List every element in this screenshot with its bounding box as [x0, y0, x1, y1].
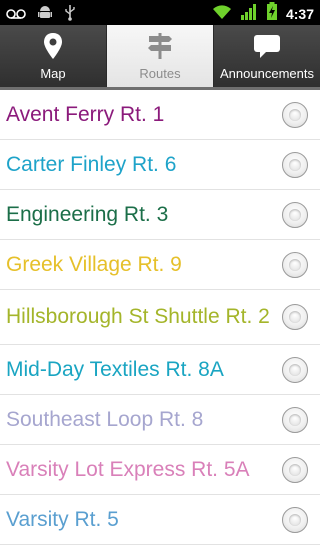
tab-bar: Map Routes Announcements [0, 25, 320, 87]
speech-bubble-icon [252, 31, 282, 61]
voicemail-icon [6, 5, 26, 24]
battery-icon [266, 2, 278, 25]
tab-announcements[interactable]: Announcements [213, 25, 320, 87]
route-label: Carter Finley Rt. 6 [6, 152, 177, 176]
route-radio-button[interactable] [282, 251, 308, 278]
signpost-icon [145, 31, 175, 61]
tab-routes[interactable]: Routes [106, 25, 213, 87]
route-item-carter-finley[interactable]: Carter Finley Rt. 6 [0, 140, 320, 190]
route-radio-button[interactable] [282, 151, 308, 178]
route-radio-button[interactable] [282, 456, 308, 483]
route-item-varsity-lot-express[interactable]: Varsity Lot Express Rt. 5A [0, 445, 320, 495]
usb-icon [64, 4, 76, 25]
route-item-engineering[interactable]: Engineering Rt. 3 [0, 190, 320, 240]
route-label: Southeast Loop Rt. 8 [6, 407, 204, 431]
route-item-greek-village[interactable]: Greek Village Rt. 9 [0, 240, 320, 290]
tab-routes-label: Routes [139, 66, 181, 81]
wifi-icon [212, 4, 232, 24]
route-label: Avent Ferry Rt. 1 [6, 102, 165, 126]
route-radio-button[interactable] [282, 406, 308, 433]
tab-map-label: Map [40, 66, 66, 81]
route-label: Mid-Day Textiles Rt. 8A [6, 357, 224, 381]
map-pin-icon [38, 31, 68, 61]
route-label: Greek Village Rt. 9 [6, 252, 182, 276]
route-label: Hillsborough St Shuttle Rt. 2 [6, 305, 270, 328]
status-bar: 4:37 [0, 0, 320, 25]
tab-map[interactable]: Map [0, 25, 106, 87]
route-label: Varsity Rt. 5 [6, 507, 119, 531]
route-item-varsity[interactable]: Varsity Rt. 5 [0, 495, 320, 545]
route-radio-button[interactable] [282, 101, 308, 128]
clock: 4:37 [285, 5, 314, 22]
route-radio-button[interactable] [282, 201, 308, 228]
route-radio-button[interactable] [282, 506, 308, 533]
route-item-southeast-loop[interactable]: Southeast Loop Rt. 8 [0, 395, 320, 445]
route-item-mid-day-textiles[interactable]: Mid-Day Textiles Rt. 8A [0, 345, 320, 395]
tab-announcements-label: Announcements [220, 66, 314, 81]
route-label: Engineering Rt. 3 [6, 202, 169, 226]
route-radio-button[interactable] [282, 304, 308, 330]
route-radio-button[interactable] [282, 356, 308, 383]
route-item-avent-ferry[interactable]: Avent Ferry Rt. 1 [0, 90, 320, 140]
route-label: Varsity Lot Express Rt. 5A [6, 457, 250, 481]
android-debug-icon [38, 5, 52, 25]
signal-icon [240, 3, 258, 25]
routes-list: Avent Ferry Rt. 1 Carter Finley Rt. 6 En… [0, 90, 320, 545]
route-item-hillsborough[interactable]: Hillsborough St Shuttle Rt. 2 [0, 290, 320, 345]
